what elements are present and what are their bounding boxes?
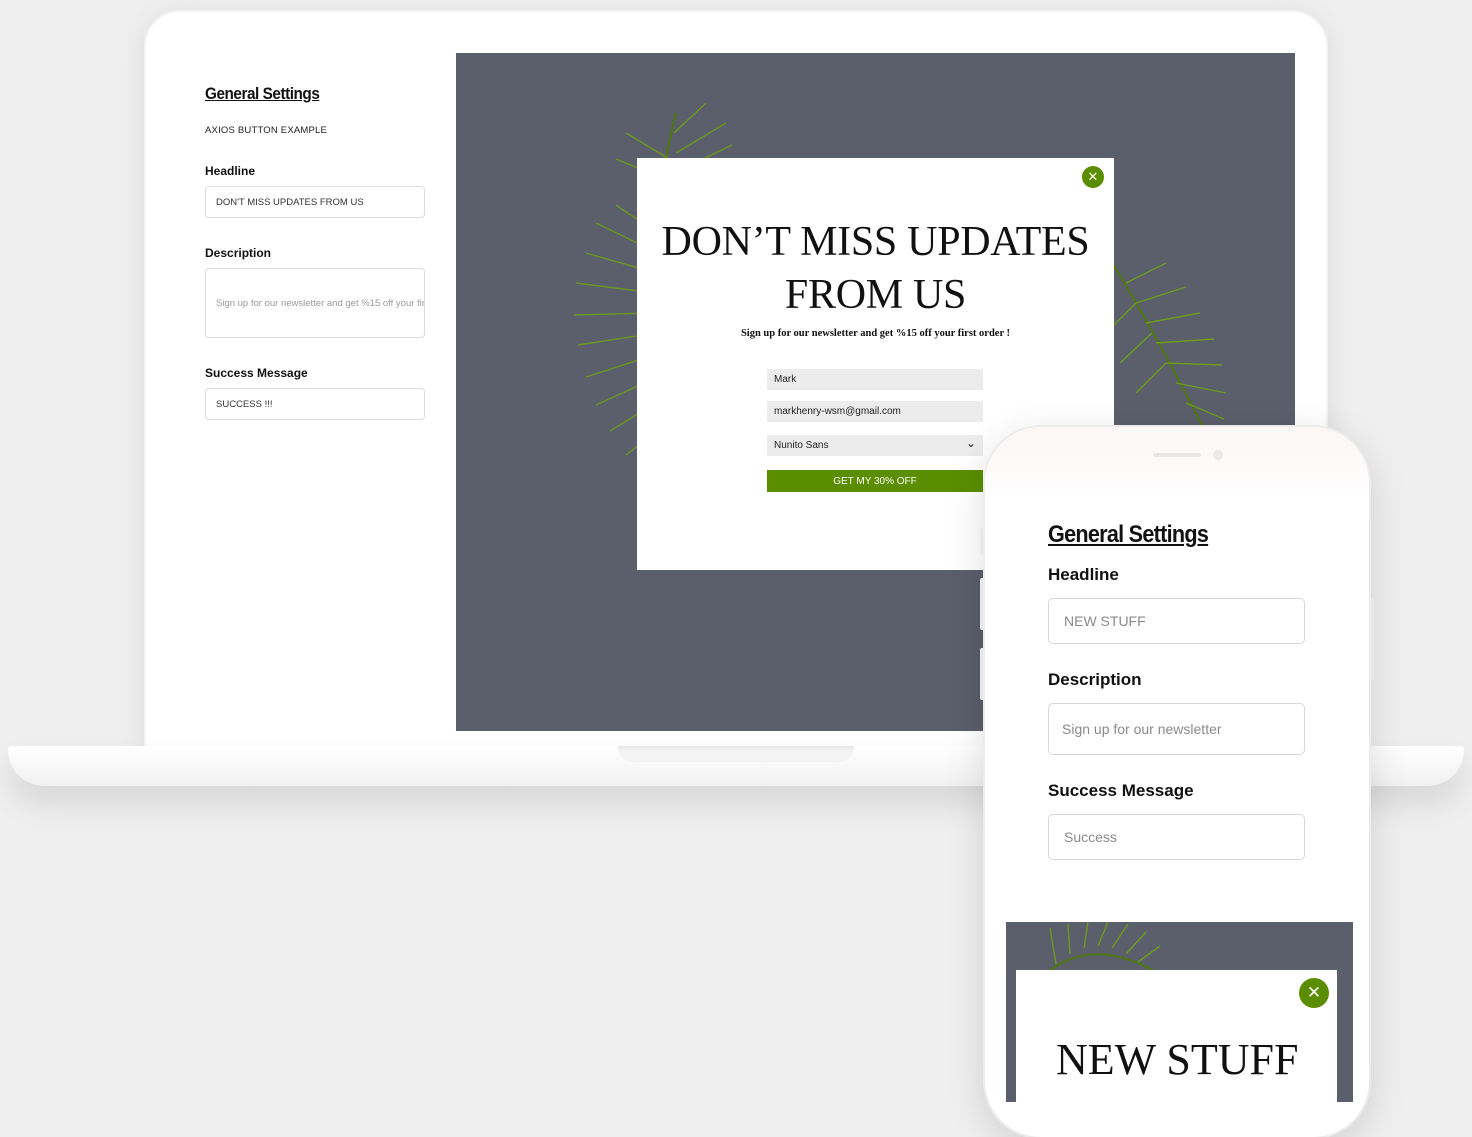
success-message-input-value: SUCCESS !!!: [216, 398, 273, 410]
mobile-popup-headline: NEW STUFF: [1056, 1035, 1299, 1084]
mobile-description-label: Description: [1048, 670, 1142, 689]
mobile-description-input[interactable]: Sign up for our newsletter: [1048, 703, 1305, 755]
email-input-value: markhenry-wsm@gmail.com: [774, 406, 901, 417]
popup-description: Sign up for our newsletter and get %15 o…: [740, 328, 1011, 339]
popup-headline-line1: DON’T MISS UPDATES: [661, 219, 1090, 265]
description-input[interactable]: Sign up for our newsletter and get %15 o…: [205, 268, 425, 338]
name-input[interactable]: Mark: [767, 369, 983, 390]
mobile-description-placeholder: Sign up for our newsletter: [1062, 721, 1222, 737]
success-message-input[interactable]: SUCCESS !!!: [205, 388, 425, 420]
description-input-value: Sign up for our newsletter and get %15 o…: [216, 297, 425, 309]
mobile-headline-input[interactable]: NEW STUFF: [1048, 598, 1305, 644]
mobile-success-placeholder: Success: [1064, 829, 1117, 845]
speaker-icon: [1153, 453, 1201, 457]
desktop-settings-panel: General Settings AXIOS BUTTON EXAMPLE He…: [205, 84, 435, 420]
headline-input-value: DON'T MISS UPDATES FROM US: [216, 196, 364, 208]
mobile-settings-panel: General Settings Headline NEW STUFF Desc…: [1048, 521, 1308, 860]
headline-input[interactable]: DON'T MISS UPDATES FROM US: [205, 186, 425, 218]
palm-leaf-right-icon: [1105, 252, 1227, 434]
mobile-headline-label: Headline: [1048, 565, 1119, 584]
settings-subtitle: AXIOS BUTTON EXAMPLE: [205, 125, 328, 136]
cta-button[interactable]: GET MY 30% OFF: [767, 470, 983, 492]
mobile-settings-title: General Settings: [1048, 521, 1209, 548]
mobile-popup: ✕ NEW STUFF: [1016, 970, 1337, 1102]
phone-device: General Settings Headline NEW STUFF Desc…: [985, 427, 1369, 1137]
headline-label: Headline: [205, 164, 256, 178]
font-select-value: Nunito Sans: [774, 440, 829, 451]
font-select[interactable]: Nunito Sans ⌄: [767, 435, 983, 456]
phone-top-bar: [985, 427, 1369, 489]
mobile-headline-placeholder: NEW STUFF: [1064, 613, 1146, 629]
mobile-success-input[interactable]: Success: [1048, 814, 1305, 860]
email-input[interactable]: markhenry-wsm@gmail.com: [767, 401, 983, 422]
description-label: Description: [205, 246, 272, 260]
mobile-success-label: Success Message: [1048, 781, 1194, 800]
settings-title: General Settings: [205, 84, 320, 103]
success-message-label: Success Message: [205, 366, 308, 380]
chevron-down-icon: ⌄: [965, 436, 976, 450]
camera-icon: [1213, 450, 1223, 460]
close-icon[interactable]: ✕: [1082, 166, 1104, 188]
name-input-value: Mark: [774, 374, 797, 385]
mobile-close-icon[interactable]: ✕: [1299, 978, 1329, 1008]
laptop-notch: [618, 746, 854, 762]
popup-headline-line2: FROM US: [784, 272, 967, 318]
mobile-popup-preview: ✕ NEW STUFF: [1006, 922, 1353, 1102]
popup-headline: DON’T MISS UPDATES FROM US: [637, 216, 1114, 322]
